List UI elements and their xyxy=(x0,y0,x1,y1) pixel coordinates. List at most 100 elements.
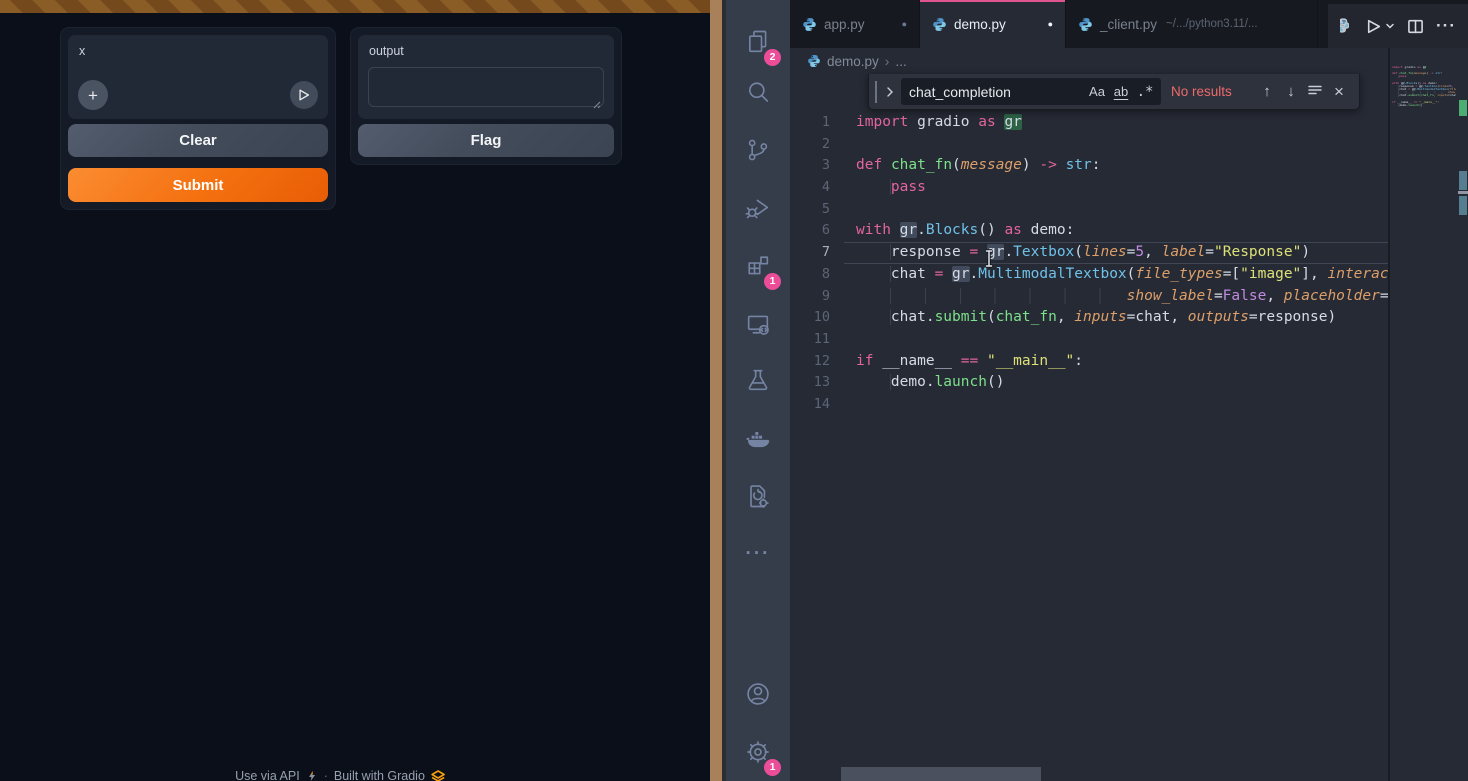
python-file-icon xyxy=(1078,17,1093,32)
account-icon[interactable] xyxy=(726,672,790,716)
overview-marker-cyan xyxy=(1459,196,1467,215)
settings-badge: 1 xyxy=(764,759,781,776)
line-number: 10 xyxy=(790,307,830,329)
match-case-icon[interactable]: Aa xyxy=(1085,84,1109,99)
whole-word-icon[interactable]: ab xyxy=(1109,84,1133,99)
code-line[interactable]: 14 xyxy=(790,394,1388,416)
clipped-tab-python-icon[interactable] xyxy=(1340,18,1349,34)
code-line[interactable]: 10 chat.submit(chat_fn, inputs=chat, out… xyxy=(790,307,1388,329)
input-label: x xyxy=(79,44,85,58)
python-file-icon xyxy=(807,54,821,68)
use-via-api-link[interactable]: Use via API xyxy=(235,769,300,781)
find-input[interactable] xyxy=(909,84,1085,100)
gradio-app-window: x + Clear Submit output xyxy=(0,0,710,781)
tab-label: _client.py xyxy=(1100,17,1157,32)
line-number: 2 xyxy=(790,134,830,156)
remote-explorer-icon[interactable] xyxy=(726,302,790,346)
breadcrumb[interactable]: demo.py › ... xyxy=(790,48,1468,74)
code-line[interactable]: 4 pass xyxy=(790,177,1388,199)
code-line[interactable]: 13 demo.launch() xyxy=(790,372,1388,394)
editor-actions: ··· xyxy=(1328,4,1468,48)
overview-ruler[interactable] xyxy=(1458,48,1468,781)
activity-bar: 2 1 xyxy=(726,0,790,781)
toggle-replace-chevron-icon[interactable] xyxy=(882,86,898,98)
code-line[interactable]: 7 response = gr.Textbox(lines=5, label="… xyxy=(790,242,1388,264)
line-number: 3 xyxy=(790,155,830,177)
modified-dot-icon[interactable]: ● xyxy=(902,19,907,29)
more-actions-icon[interactable]: ··· xyxy=(1436,16,1456,36)
find-in-selection-icon[interactable] xyxy=(1303,83,1327,100)
overview-marker-cyan xyxy=(1459,171,1467,190)
regex-icon[interactable]: .* xyxy=(1133,84,1157,100)
breadcrumb-separator: › xyxy=(885,53,890,69)
output-textarea[interactable] xyxy=(368,67,604,107)
split-editor-icon[interactable] xyxy=(1407,18,1424,35)
tab-label: demo.py xyxy=(954,17,1006,32)
file-gear-icon[interactable] xyxy=(726,474,790,518)
progress-stripes-bar xyxy=(0,0,710,13)
chevron-down-icon xyxy=(1385,21,1395,31)
footer-separator: · xyxy=(324,769,328,781)
minimap-line: chat.submit(chat_fn, inputs=chat, output… xyxy=(1392,94,1456,97)
gradio-logo-icon xyxy=(431,770,445,781)
settings-gear-icon[interactable]: 1 xyxy=(726,730,790,774)
line-number: 12 xyxy=(790,351,830,373)
play-icon xyxy=(1365,18,1382,35)
close-find-icon[interactable]: × xyxy=(1327,82,1351,102)
tab-demo-py[interactable]: demo.py ● xyxy=(920,0,1066,48)
code-editor[interactable]: 1import gradio as gr23def chat_fn(messag… xyxy=(790,112,1388,416)
code-line[interactable]: 2 xyxy=(790,134,1388,156)
code-line[interactable]: 3def chat_fn(message) -> str: xyxy=(790,155,1388,177)
next-match-icon[interactable]: ↓ xyxy=(1279,83,1303,100)
editor-group: app.py ● demo.py ● _client.py ~/.../pyth… xyxy=(790,0,1468,781)
find-widget-sash[interactable] xyxy=(875,81,877,103)
code-line[interactable]: 9 show_label=False, placeholder= xyxy=(790,286,1388,308)
extensions-icon[interactable]: 1 xyxy=(726,244,790,288)
line-number: 1 xyxy=(790,112,830,134)
previous-match-icon[interactable]: ↑ xyxy=(1255,83,1279,100)
minimap-line xyxy=(1392,107,1456,110)
tab-bar: app.py ● demo.py ● _client.py ~/.../pyth… xyxy=(790,0,1468,48)
explorer-icon[interactable]: 2 xyxy=(726,20,790,64)
source-control-icon[interactable] xyxy=(726,128,790,172)
vscode-window: 2 1 xyxy=(726,0,1468,781)
code-line[interactable]: 12if __name__ == "__main__": xyxy=(790,351,1388,373)
built-with-gradio-link[interactable]: Built with Gradio xyxy=(334,769,425,781)
breadcrumb-symbol[interactable]: ... xyxy=(895,54,906,69)
code-line[interactable]: 1import gradio as gr xyxy=(790,112,1388,134)
attach-file-button[interactable]: + xyxy=(78,80,108,110)
input-column: x + Clear Submit xyxy=(60,27,336,210)
minimap[interactable]: import gradio as grdef chat_fn(message) … xyxy=(1392,66,1456,126)
line-number: 8 xyxy=(790,264,830,286)
testing-beaker-icon[interactable] xyxy=(726,358,790,402)
find-widget: Aa ab .* No results ↑ ↓ × xyxy=(868,74,1360,110)
python-file-icon xyxy=(932,17,947,32)
send-button[interactable] xyxy=(290,81,318,109)
code-line[interactable]: 11 xyxy=(790,329,1388,351)
multimodal-textbox[interactable]: x + xyxy=(68,35,328,119)
search-icon[interactable] xyxy=(726,70,790,114)
docker-icon[interactable] xyxy=(726,416,790,460)
clear-button[interactable]: Clear xyxy=(68,124,328,157)
code-line[interactable]: 5 xyxy=(790,199,1388,221)
submit-button[interactable]: Submit xyxy=(68,168,328,202)
tab-client-py[interactable]: _client.py ~/.../python3.11/... xyxy=(1066,0,1318,48)
explorer-badge: 2 xyxy=(764,49,781,66)
tab-label: app.py xyxy=(824,17,865,32)
more-views-icon[interactable]: ··· xyxy=(726,532,790,576)
flag-button[interactable]: Flag xyxy=(358,124,614,157)
overview-tick xyxy=(1458,191,1468,194)
tab-app-py[interactable]: app.py ● xyxy=(790,0,920,48)
api-lightning-icon xyxy=(306,770,318,781)
code-line[interactable]: 8 chat = gr.MultimodalTextbox(file_types… xyxy=(790,264,1388,286)
line-number: 13 xyxy=(790,372,830,394)
run-python-file-button[interactable] xyxy=(1365,18,1395,35)
breadcrumb-file[interactable]: demo.py xyxy=(827,54,879,69)
overview-marker-green xyxy=(1459,100,1467,116)
horizontal-scrollbar[interactable] xyxy=(841,767,1041,781)
code-line[interactable]: 6with gr.Blocks() as demo: xyxy=(790,220,1388,242)
line-number: 4 xyxy=(790,177,830,199)
plus-icon: + xyxy=(88,87,98,104)
run-debug-icon[interactable] xyxy=(726,186,790,230)
modified-dot-icon[interactable]: ● xyxy=(1048,19,1053,29)
